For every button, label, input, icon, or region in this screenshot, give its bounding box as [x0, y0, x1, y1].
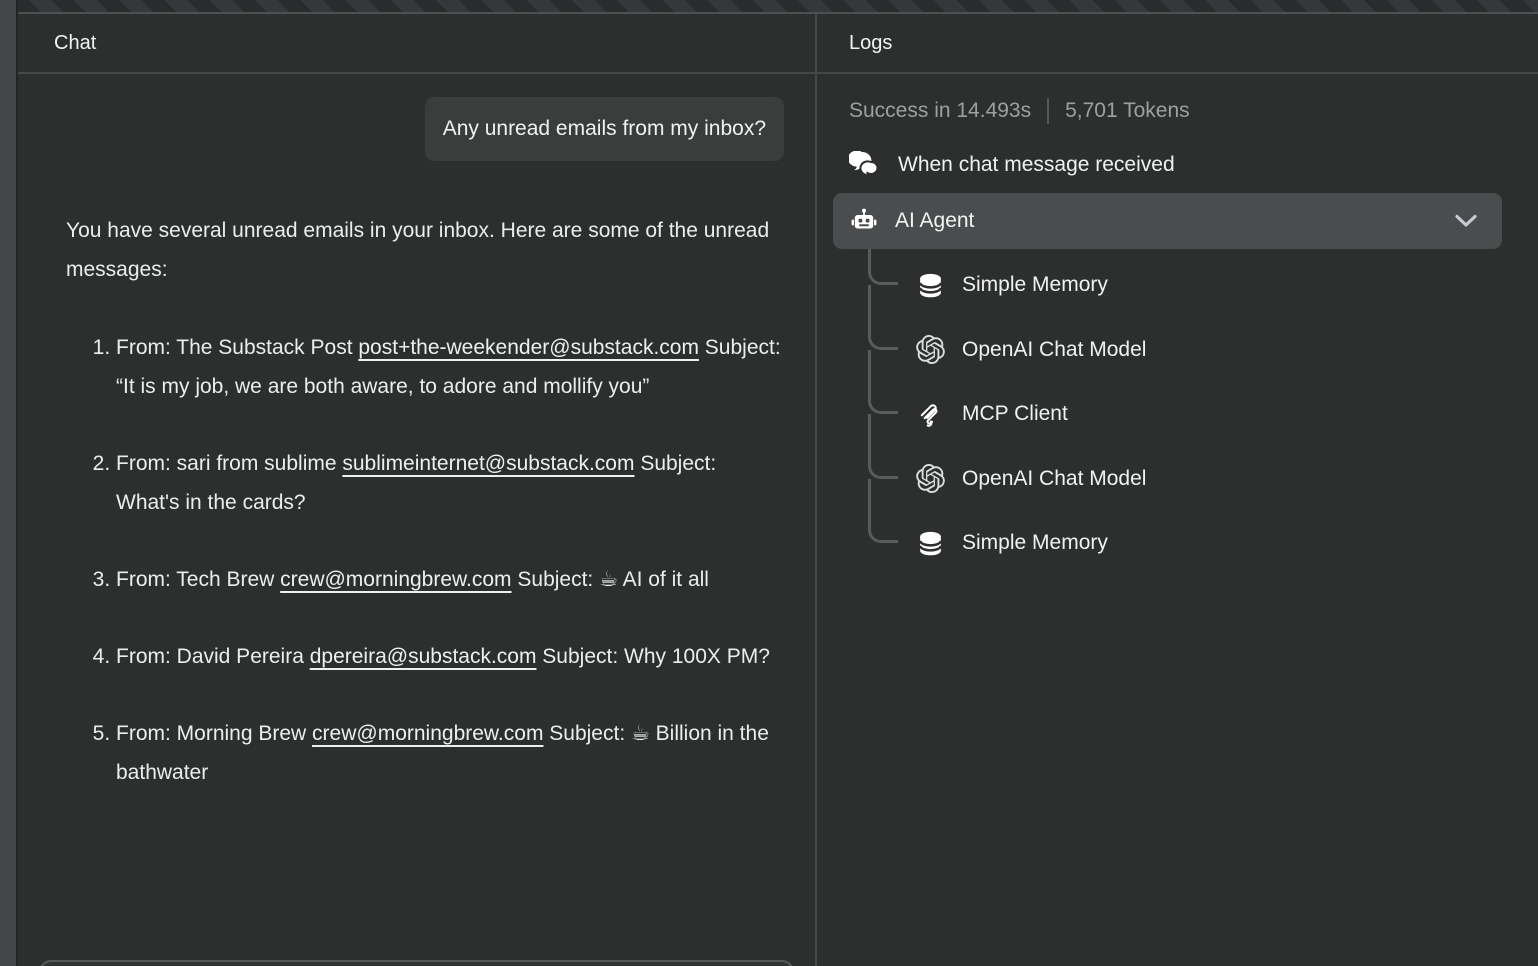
execution-status-row: Success in 14.493s 5,701 Tokens — [849, 98, 1538, 124]
log-row-simple-memory[interactable]: Simple Memory — [817, 253, 1538, 318]
chat-bubbles-icon — [849, 151, 881, 179]
log-row-chat-trigger[interactable]: When chat message received — [849, 151, 1538, 179]
chat-panel-header: Chat — [18, 14, 815, 74]
email-from: From: The Substack Post — [116, 336, 358, 359]
database-icon — [916, 529, 945, 558]
email-from: From: Morning Brew — [116, 722, 312, 745]
log-row-label: Simple Memory — [962, 531, 1108, 555]
resize-hatch-bar[interactable] — [18, 0, 1538, 14]
email-address-link[interactable]: dpereira@substack.com — [310, 645, 537, 668]
log-row-ai-agent[interactable]: AI Agent — [833, 193, 1502, 249]
openai-icon — [916, 464, 945, 493]
user-message-bubble: Any unread emails from my inbox? — [425, 97, 784, 161]
email-address-link[interactable]: crew@morningbrew.com — [312, 722, 543, 745]
log-row-openai-chat-model[interactable]: OpenAI Chat Model — [817, 318, 1538, 383]
email-list-item: From: Tech Brew crew@morningbrew.com Sub… — [116, 560, 784, 599]
assistant-intro: You have several unread emails in your i… — [66, 211, 784, 289]
email-address-link[interactable]: post+the-weekender@substack.com — [358, 336, 699, 359]
logs-panel: Logs Success in 14.493s 5,701 Tokens W — [817, 14, 1538, 966]
logs-panel-title: Logs — [849, 32, 892, 55]
email-subject: Subject: Why 100X PM? — [536, 645, 769, 668]
status-divider — [1047, 98, 1049, 124]
email-address-link[interactable]: crew@morningbrew.com — [280, 568, 511, 591]
agent-subnode-tree: Simple Memory OpenAI Chat Model — [817, 249, 1538, 576]
execution-status: Success in 14.493s — [849, 99, 1031, 123]
email-list: From: The Substack Post post+the-weekend… — [66, 328, 784, 792]
email-list-item: From: David Pereira dpereira@substack.co… — [116, 637, 784, 676]
database-icon — [916, 271, 945, 300]
log-row-label: OpenAI Chat Model — [962, 467, 1146, 491]
logs-overlay: Chat Any unread emails from my inbox? Yo… — [18, 0, 1538, 966]
log-row-mcp-client[interactable]: MCP Client — [817, 382, 1538, 447]
log-row-simple-memory[interactable]: Simple Memory — [817, 511, 1538, 576]
chevron-down-icon[interactable] — [1454, 214, 1478, 228]
log-row-label: When chat message received — [898, 153, 1175, 177]
openai-icon — [916, 335, 945, 364]
user-message-text: Any unread emails from my inbox? — [443, 117, 766, 140]
chat-message-list[interactable]: Any unread emails from my inbox? You hav… — [18, 74, 815, 966]
email-from: From: David Pereira — [116, 645, 310, 668]
log-row-label: MCP Client — [962, 402, 1068, 426]
assistant-message: You have several unread emails in your i… — [66, 211, 784, 792]
email-list-item: From: The Substack Post post+the-weekend… — [116, 328, 784, 406]
chat-panel: Chat Any unread emails from my inbox? Yo… — [18, 14, 817, 966]
email-list-item: From: sari from sublime sublimeinternet@… — [116, 444, 784, 522]
email-from: From: sari from sublime — [116, 452, 342, 475]
email-list-item: From: Morning Brew crew@morningbrew.com … — [116, 714, 784, 792]
chat-panel-title: Chat — [54, 32, 96, 55]
email-from: From: Tech Brew — [116, 568, 280, 591]
token-count: 5,701 Tokens — [1065, 99, 1190, 123]
email-subject: Subject: ☕ AI of it all — [512, 568, 709, 591]
logs-panel-header: Logs — [817, 14, 1538, 74]
robot-icon — [850, 207, 878, 235]
chat-message-input[interactable] — [39, 960, 794, 966]
log-row-label: OpenAI Chat Model — [962, 338, 1146, 362]
log-row-label: Simple Memory — [962, 273, 1108, 297]
execution-log: Success in 14.493s 5,701 Tokens When cha… — [817, 74, 1538, 966]
email-address-link[interactable]: sublimeinternet@substack.com — [342, 452, 634, 475]
log-row-openai-chat-model[interactable]: OpenAI Chat Model — [817, 447, 1538, 512]
canvas-left-strip — [0, 0, 18, 966]
mcp-icon — [916, 400, 945, 429]
log-row-label: AI Agent — [895, 209, 1437, 233]
